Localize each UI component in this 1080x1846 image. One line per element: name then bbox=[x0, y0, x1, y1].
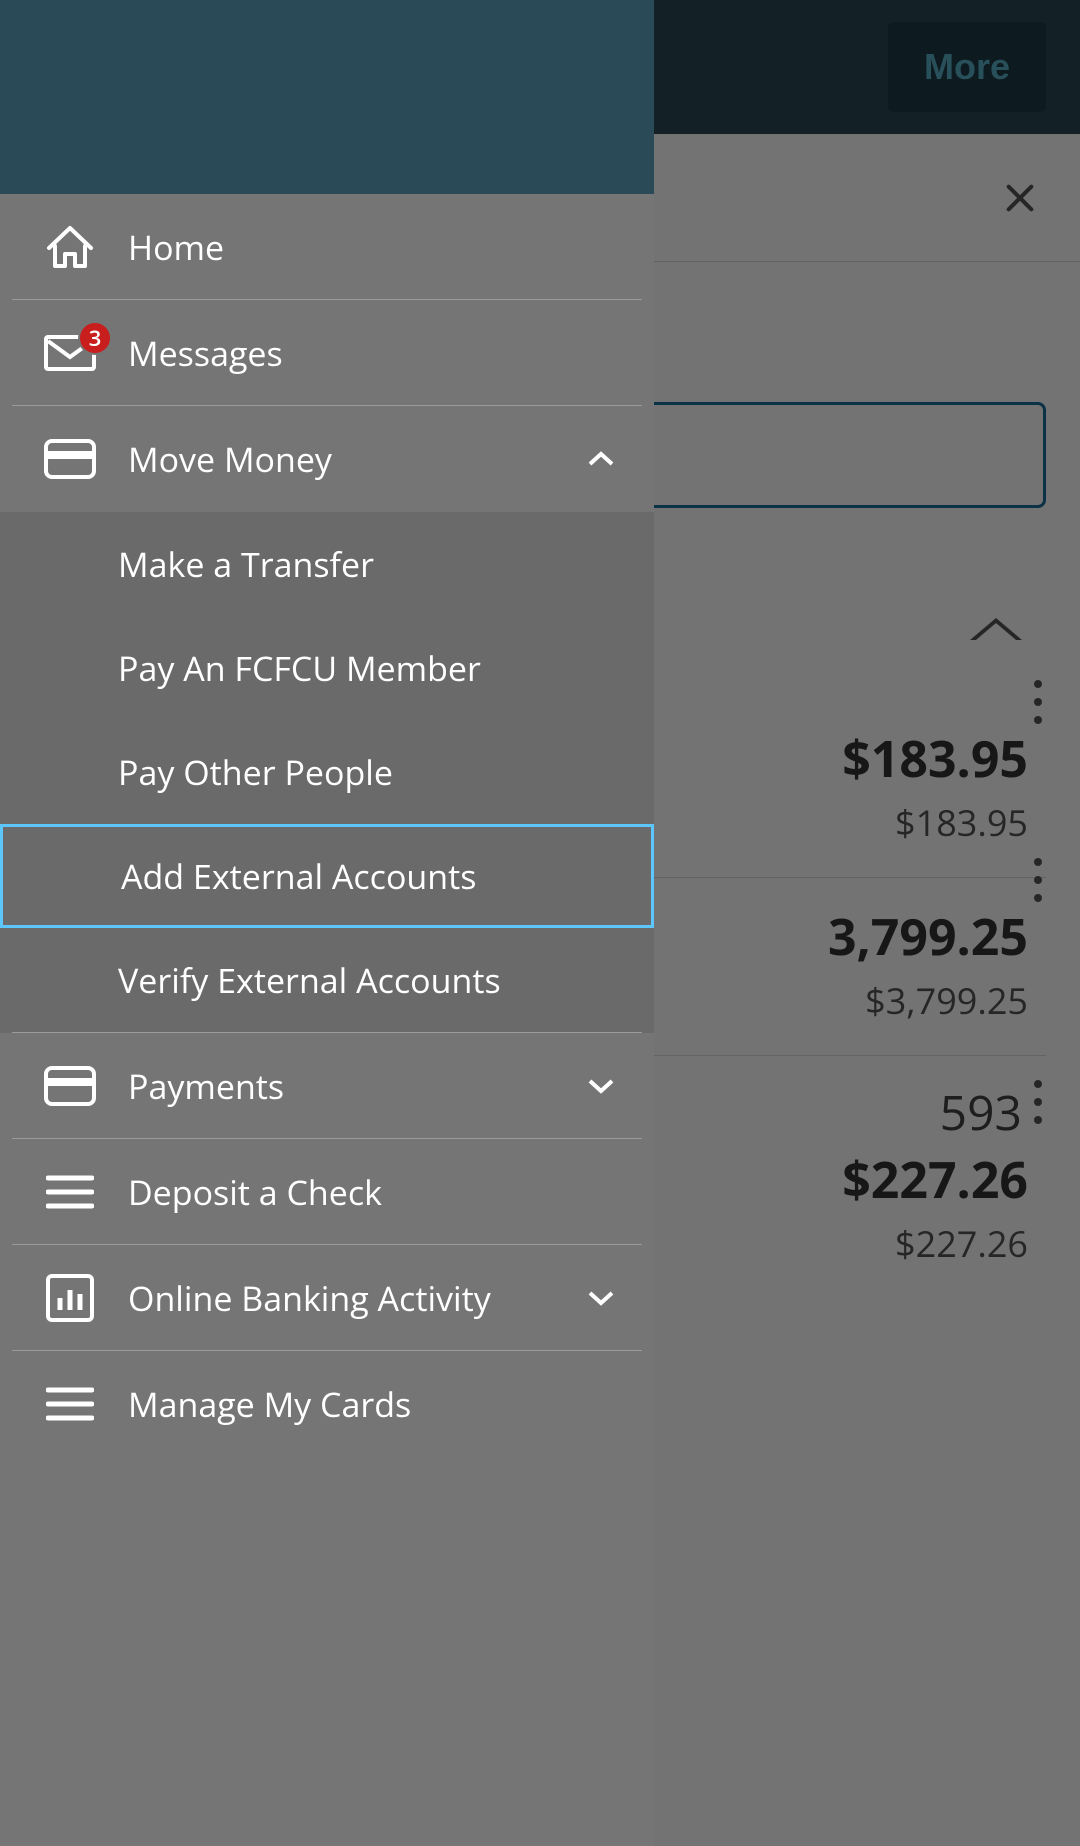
nav-item-home[interactable]: Home bbox=[12, 194, 642, 300]
sub-item-pay-member[interactable]: Pay An FCFCU Member bbox=[0, 616, 654, 720]
sub-label: Make a Transfer bbox=[118, 541, 374, 587]
sub-item-make-transfer[interactable]: Make a Transfer bbox=[0, 512, 654, 616]
sub-item-pay-other[interactable]: Pay Other People bbox=[0, 720, 654, 824]
side-navigation-drawer: Home 3 Messages Move Money Make a Transf… bbox=[0, 0, 654, 1846]
chevron-down-icon bbox=[584, 1077, 618, 1095]
sub-item-add-external[interactable]: Add External Accounts bbox=[0, 824, 654, 928]
messages-badge: 3 bbox=[78, 321, 112, 355]
drawer-header bbox=[0, 0, 654, 194]
envelope-icon: 3 bbox=[44, 335, 96, 371]
card-icon bbox=[34, 1066, 106, 1106]
chevron-down-icon bbox=[584, 1289, 618, 1307]
nav-label: Messages bbox=[106, 330, 618, 376]
nav-label: Payments bbox=[106, 1063, 584, 1109]
sub-label: Pay Other People bbox=[118, 749, 393, 795]
move-money-submenu: Make a Transfer Pay An FCFCU Member Pay … bbox=[0, 512, 654, 1033]
chevron-up-icon bbox=[584, 450, 618, 468]
nav-item-deposit-check[interactable]: Deposit a Check bbox=[12, 1139, 642, 1245]
bar-chart-icon bbox=[34, 1274, 106, 1322]
sub-label: Verify External Accounts bbox=[118, 957, 501, 1003]
nav-item-messages[interactable]: 3 Messages bbox=[12, 300, 642, 406]
sub-label: Add External Accounts bbox=[121, 853, 476, 899]
nav-label: Manage My Cards bbox=[106, 1381, 618, 1427]
nav-label: Online Banking Activity bbox=[106, 1275, 584, 1321]
sub-item-verify-external[interactable]: Verify External Accounts bbox=[0, 928, 654, 1032]
nav-item-move-money[interactable]: Move Money bbox=[0, 406, 654, 512]
nav-label: Deposit a Check bbox=[106, 1169, 618, 1215]
nav-item-manage-cards[interactable]: Manage My Cards bbox=[12, 1351, 642, 1457]
nav-label: Move Money bbox=[106, 436, 584, 482]
nav-item-online-activity[interactable]: Online Banking Activity bbox=[12, 1245, 642, 1351]
list-icon bbox=[34, 1174, 106, 1210]
card-icon bbox=[34, 439, 106, 479]
home-icon bbox=[34, 224, 106, 270]
sub-label: Pay An FCFCU Member bbox=[118, 645, 481, 691]
list-icon bbox=[34, 1386, 106, 1422]
nav-item-payments[interactable]: Payments bbox=[12, 1033, 642, 1139]
nav-label: Home bbox=[106, 224, 618, 270]
